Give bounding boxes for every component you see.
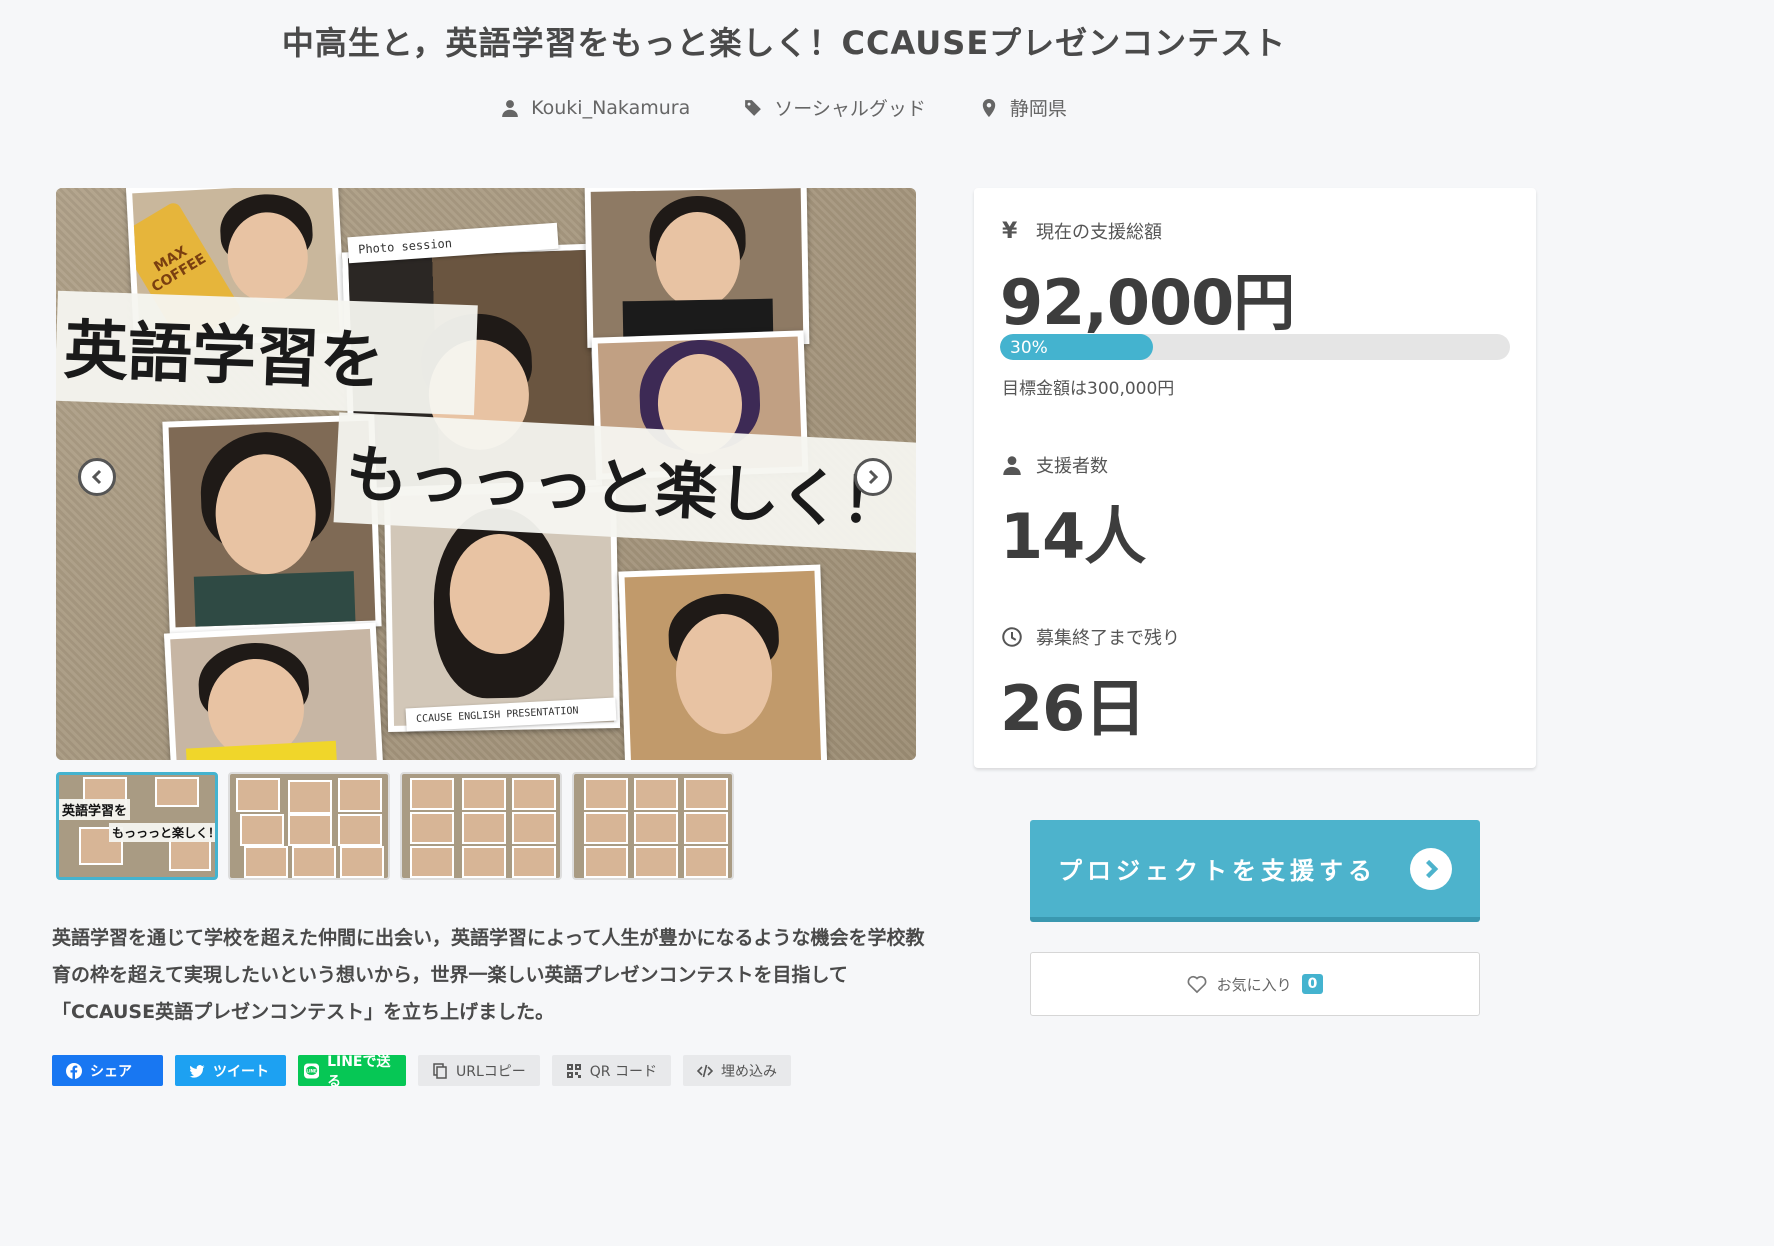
qr-code-icon <box>566 1063 581 1078</box>
author-name: Kouki_Nakamura <box>531 96 691 119</box>
heart-icon <box>1187 976 1207 994</box>
total-amount-label: ¥ 現在の支援総額 <box>1002 218 1162 244</box>
user-icon <box>502 99 518 117</box>
project-description: 英語学習を通じて学校を超えた仲間に出会い，英語学習によって人生が豊かになるような… <box>52 927 925 1023</box>
share-bar: シェア ツイート LINE LINEで送る URLコピー QR コード 埋め込み <box>52 1054 791 1090</box>
remaining-value: 26日 <box>1000 672 1146 745</box>
clock-icon <box>1002 627 1022 647</box>
facebook-icon <box>66 1062 82 1079</box>
favorite-count: 0 <box>1301 974 1324 994</box>
thumbnail-strip: 英語学習を もっっっと楽しく！ <box>56 772 734 880</box>
chevron-left-icon <box>91 469 102 485</box>
yen-icon: ¥ <box>1002 218 1018 244</box>
main-project-image[interactable]: MAX COFFEE Photo session CCAUSE ENGLISH … <box>56 188 916 760</box>
remaining-label: 募集終了まで残り <box>1002 624 1180 650</box>
favorite-label: お気に入り <box>1216 975 1292 994</box>
category-link[interactable]: ソーシャルグッド <box>744 94 926 121</box>
collage-photo <box>584 188 810 348</box>
thumbnail-4[interactable] <box>572 772 734 880</box>
facebook-share-button[interactable]: シェア <box>52 1055 163 1086</box>
qr-code-button[interactable]: QR コード <box>551 1055 671 1086</box>
arrow-right-circle-icon <box>1410 847 1452 890</box>
project-title: 中高生と，英語学習をもっと楽しく！CCAUSEプレゼンコンテスト <box>281 24 1287 62</box>
thumbnail-3[interactable] <box>400 772 562 880</box>
url-copy-button[interactable]: URLコピー <box>418 1055 540 1086</box>
hero-banner-top: 英語学習を <box>56 290 478 416</box>
svg-text:LINE: LINE <box>306 1068 317 1073</box>
tag-icon <box>745 99 762 116</box>
project-meta: Kouki_Nakamura ソーシャルグッド 静岡県 <box>0 94 1568 121</box>
collage-photo <box>163 622 385 760</box>
twitter-share-button[interactable]: ツイート <box>175 1055 286 1086</box>
map-pin-icon <box>982 98 996 117</box>
embed-button[interactable]: 埋め込み <box>682 1055 791 1086</box>
location-name: 静岡県 <box>1009 98 1067 120</box>
author-link[interactable]: Kouki_Nakamura <box>501 94 690 121</box>
location-link[interactable]: 静岡県 <box>980 94 1067 121</box>
supporters-value: 14人 <box>1000 500 1146 573</box>
user-icon <box>1003 456 1021 475</box>
twitter-icon <box>189 1064 205 1078</box>
funding-progress-bar: 30% <box>1000 334 1510 360</box>
carousel-prev-button[interactable] <box>78 458 116 496</box>
thumbnail-2[interactable] <box>228 772 390 880</box>
funding-progress-fill: 30% <box>1000 334 1153 360</box>
collage-photo <box>618 564 828 760</box>
line-icon: LINE <box>304 1062 320 1079</box>
favorite-button[interactable]: お気に入り 0 <box>1030 952 1480 1016</box>
support-project-button[interactable]: プロジェクトを支援する <box>1030 820 1480 922</box>
copy-icon <box>433 1062 447 1079</box>
chevron-right-icon <box>868 469 879 485</box>
line-share-button[interactable]: LINE LINEで送る <box>298 1054 406 1090</box>
goal-amount: 目標金額は300,000円 <box>1002 379 1175 399</box>
thumbnail-1[interactable]: 英語学習を もっっっと楽しく！ <box>56 772 218 880</box>
code-icon <box>696 1064 713 1077</box>
category-name: ソーシャルグッド <box>774 98 926 120</box>
funding-stats-panel: ¥ 現在の支援総額 92,000円 30% 目標金額は300,000円 支援者数… <box>974 188 1536 768</box>
total-amount-value: 92,000円 <box>1000 266 1295 339</box>
carousel-next-button[interactable] <box>854 458 892 496</box>
supporters-label: 支援者数 <box>1002 452 1108 478</box>
